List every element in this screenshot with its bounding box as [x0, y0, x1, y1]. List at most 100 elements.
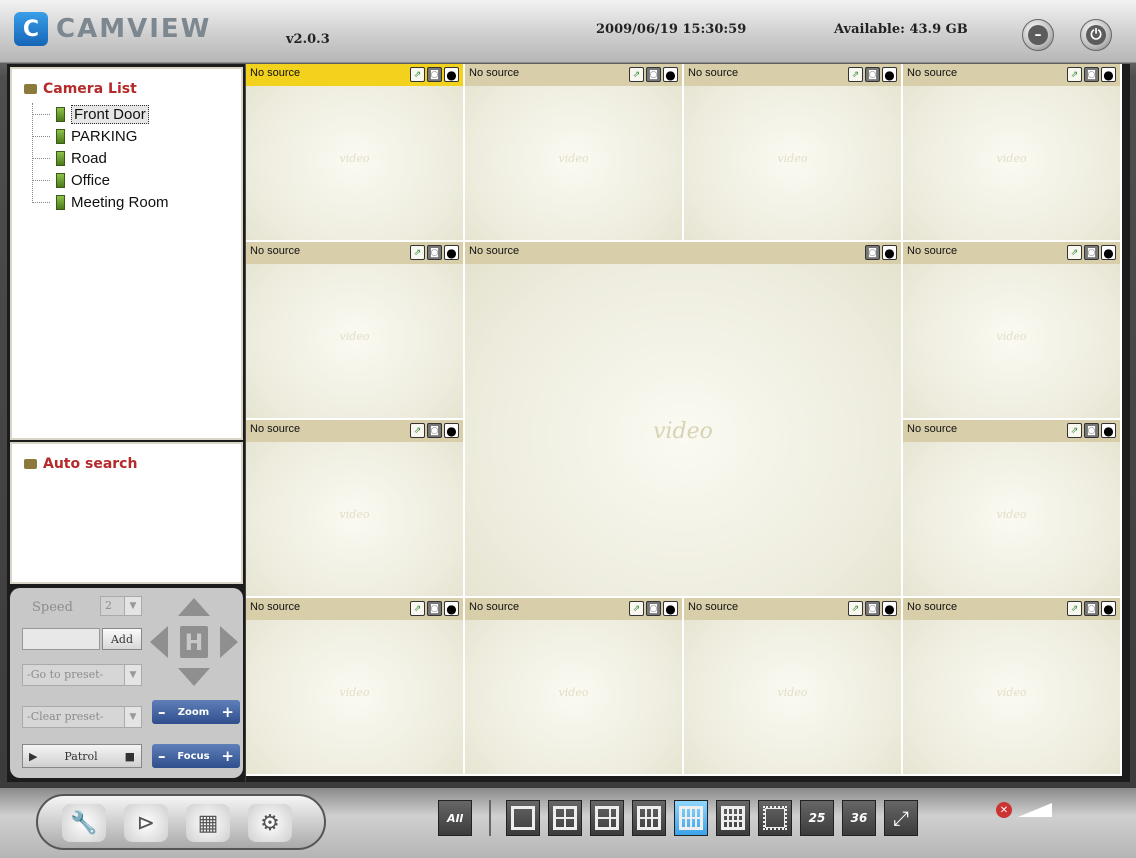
power-button[interactable]: ⏻	[1080, 19, 1112, 51]
goto-preset-select[interactable]: -Go to preset- ▼	[22, 664, 142, 686]
snapshot-icon[interactable]: ◙	[646, 601, 661, 616]
zoom-out-icon[interactable]: –	[158, 703, 166, 721]
video-cell[interactable]: No source ⇗ ◙ ● video	[246, 242, 465, 420]
export-icon[interactable]: ⇗	[848, 67, 863, 82]
stop-icon[interactable]: ■	[125, 750, 135, 763]
video-cell[interactable]: No source ◙ ● video	[465, 242, 903, 598]
snapshot-icon[interactable]: ◙	[427, 245, 442, 260]
mute-icon[interactable]: ✕	[996, 802, 1012, 818]
camera-item[interactable]: PARKING	[32, 125, 169, 147]
export-icon[interactable]: ⇗	[1067, 423, 1082, 438]
snapshot-icon[interactable]: ◙	[865, 601, 880, 616]
record-icon[interactable]: ●	[1101, 601, 1116, 616]
record-icon[interactable]: ●	[1101, 245, 1116, 260]
speed-select[interactable]: 2 ▼	[100, 596, 142, 616]
record-icon[interactable]: ●	[444, 67, 459, 82]
layout-16-button[interactable]	[716, 800, 750, 836]
layout-4-button[interactable]	[548, 800, 582, 836]
clear-preset-select[interactable]: -Clear preset- ▼	[22, 706, 142, 728]
zoom-in-icon[interactable]: +	[221, 703, 234, 721]
minimize-button[interactable]: –	[1022, 19, 1054, 51]
layout-9-button[interactable]	[632, 800, 666, 836]
record-icon[interactable]: ●	[882, 601, 897, 616]
record-icon[interactable]: ●	[1101, 67, 1116, 82]
settings-wrench-icon[interactable]: 🔧	[62, 804, 106, 842]
record-icon[interactable]: ●	[663, 601, 678, 616]
camera-item[interactable]: Road	[32, 147, 169, 169]
playback-icon[interactable]: ⊳	[124, 804, 168, 842]
video-cell[interactable]: No source ⇗ ◙ ● video	[465, 64, 684, 242]
record-icon[interactable]: ●	[1101, 423, 1116, 438]
camera-item[interactable]: Front Door	[32, 103, 169, 125]
record-icon[interactable]: ●	[444, 423, 459, 438]
export-icon[interactable]: ⇗	[410, 423, 425, 438]
snapshot-icon[interactable]: ◙	[865, 67, 880, 82]
power-icon: ⏻	[1086, 25, 1106, 45]
export-icon[interactable]: ⇗	[1067, 245, 1082, 260]
volume-slider[interactable]	[1018, 803, 1052, 817]
pan-up-icon[interactable]	[178, 598, 210, 616]
snapshot-icon[interactable]: ◙	[427, 601, 442, 616]
snapshot-icon[interactable]: ◙	[1084, 67, 1099, 82]
record-icon[interactable]: ●	[444, 245, 459, 260]
add-preset-button[interactable]: Add	[102, 628, 142, 650]
snapshot-icon[interactable]: ◙	[1084, 245, 1099, 260]
export-icon[interactable]: ⇗	[410, 67, 425, 82]
snapshot-icon[interactable]: ◙	[865, 245, 880, 260]
network-icon[interactable]: ⚙	[248, 804, 292, 842]
focus-in-icon[interactable]: +	[221, 747, 234, 765]
video-cell[interactable]: No source ⇗ ◙ ● video	[903, 420, 1122, 598]
schedule-icon[interactable]: ▦	[186, 804, 230, 842]
snapshot-icon[interactable]: ◙	[427, 423, 442, 438]
layout-1-button[interactable]	[506, 800, 540, 836]
video-cell[interactable]: No source ⇗ ◙ ● video	[684, 598, 903, 776]
camera-item-label: Road	[71, 149, 107, 167]
fullscreen-button[interactable]: ⤢	[884, 800, 918, 836]
export-icon[interactable]: ⇗	[629, 67, 644, 82]
export-icon[interactable]: ⇗	[1067, 67, 1082, 82]
snapshot-icon[interactable]: ◙	[427, 67, 442, 82]
cell-header: No source ⇗ ◙ ●	[903, 598, 1120, 620]
layout-25-button[interactable]: 25	[800, 800, 834, 836]
preset-name-input[interactable]	[22, 628, 100, 650]
video-cell[interactable]: No source ⇗ ◙ ● video	[246, 420, 465, 598]
video-cell[interactable]: No source ⇗ ◙ ● video	[684, 64, 903, 242]
layout-20-button[interactable]	[758, 800, 792, 836]
camera-list-title[interactable]: Camera List	[24, 81, 137, 97]
layout-36-button[interactable]: 36	[842, 800, 876, 836]
focus-out-icon[interactable]: –	[158, 747, 166, 765]
all-view-button[interactable]: All	[438, 800, 472, 836]
video-cell[interactable]: No source ⇗ ◙ ● video	[903, 64, 1122, 242]
export-icon[interactable]: ⇗	[410, 245, 425, 260]
snapshot-icon[interactable]: ◙	[1084, 601, 1099, 616]
snapshot-icon[interactable]: ◙	[646, 67, 661, 82]
camera-item[interactable]: Office	[32, 169, 169, 191]
video-cell[interactable]: No source ⇗ ◙ ● video	[465, 598, 684, 776]
snapshot-icon[interactable]: ◙	[1084, 423, 1099, 438]
focus-label: Focus	[177, 750, 210, 762]
pan-right-icon[interactable]	[220, 626, 238, 658]
record-icon[interactable]: ●	[444, 601, 459, 616]
camera-item[interactable]: Meeting Room	[32, 191, 169, 213]
layout-13-button[interactable]	[674, 800, 708, 836]
record-icon[interactable]: ●	[882, 245, 897, 260]
video-cell[interactable]: No source ⇗ ◙ ● video	[903, 598, 1122, 776]
camera-icon	[56, 106, 65, 122]
goto-preset-value: -Go to preset-	[27, 668, 104, 681]
record-icon[interactable]: ●	[882, 67, 897, 82]
pan-down-icon[interactable]	[178, 668, 210, 686]
play-icon[interactable]: ▶	[29, 750, 37, 763]
pan-left-icon[interactable]	[150, 626, 168, 658]
auto-search-title[interactable]: Auto search	[24, 456, 137, 472]
export-icon[interactable]: ⇗	[1067, 601, 1082, 616]
logo: C CAMVIEW	[14, 12, 211, 46]
video-cell[interactable]: No source ⇗ ◙ ● video	[903, 242, 1122, 420]
export-icon[interactable]: ⇗	[629, 601, 644, 616]
layout-6-button[interactable]	[590, 800, 624, 836]
export-icon[interactable]: ⇗	[410, 601, 425, 616]
cell-header: No source ⇗ ◙ ●	[246, 598, 463, 620]
video-cell[interactable]: No source ⇗ ◙ ● video	[246, 64, 465, 242]
video-cell[interactable]: No source ⇗ ◙ ● video	[246, 598, 465, 776]
export-icon[interactable]: ⇗	[848, 601, 863, 616]
record-icon[interactable]: ●	[663, 67, 678, 82]
